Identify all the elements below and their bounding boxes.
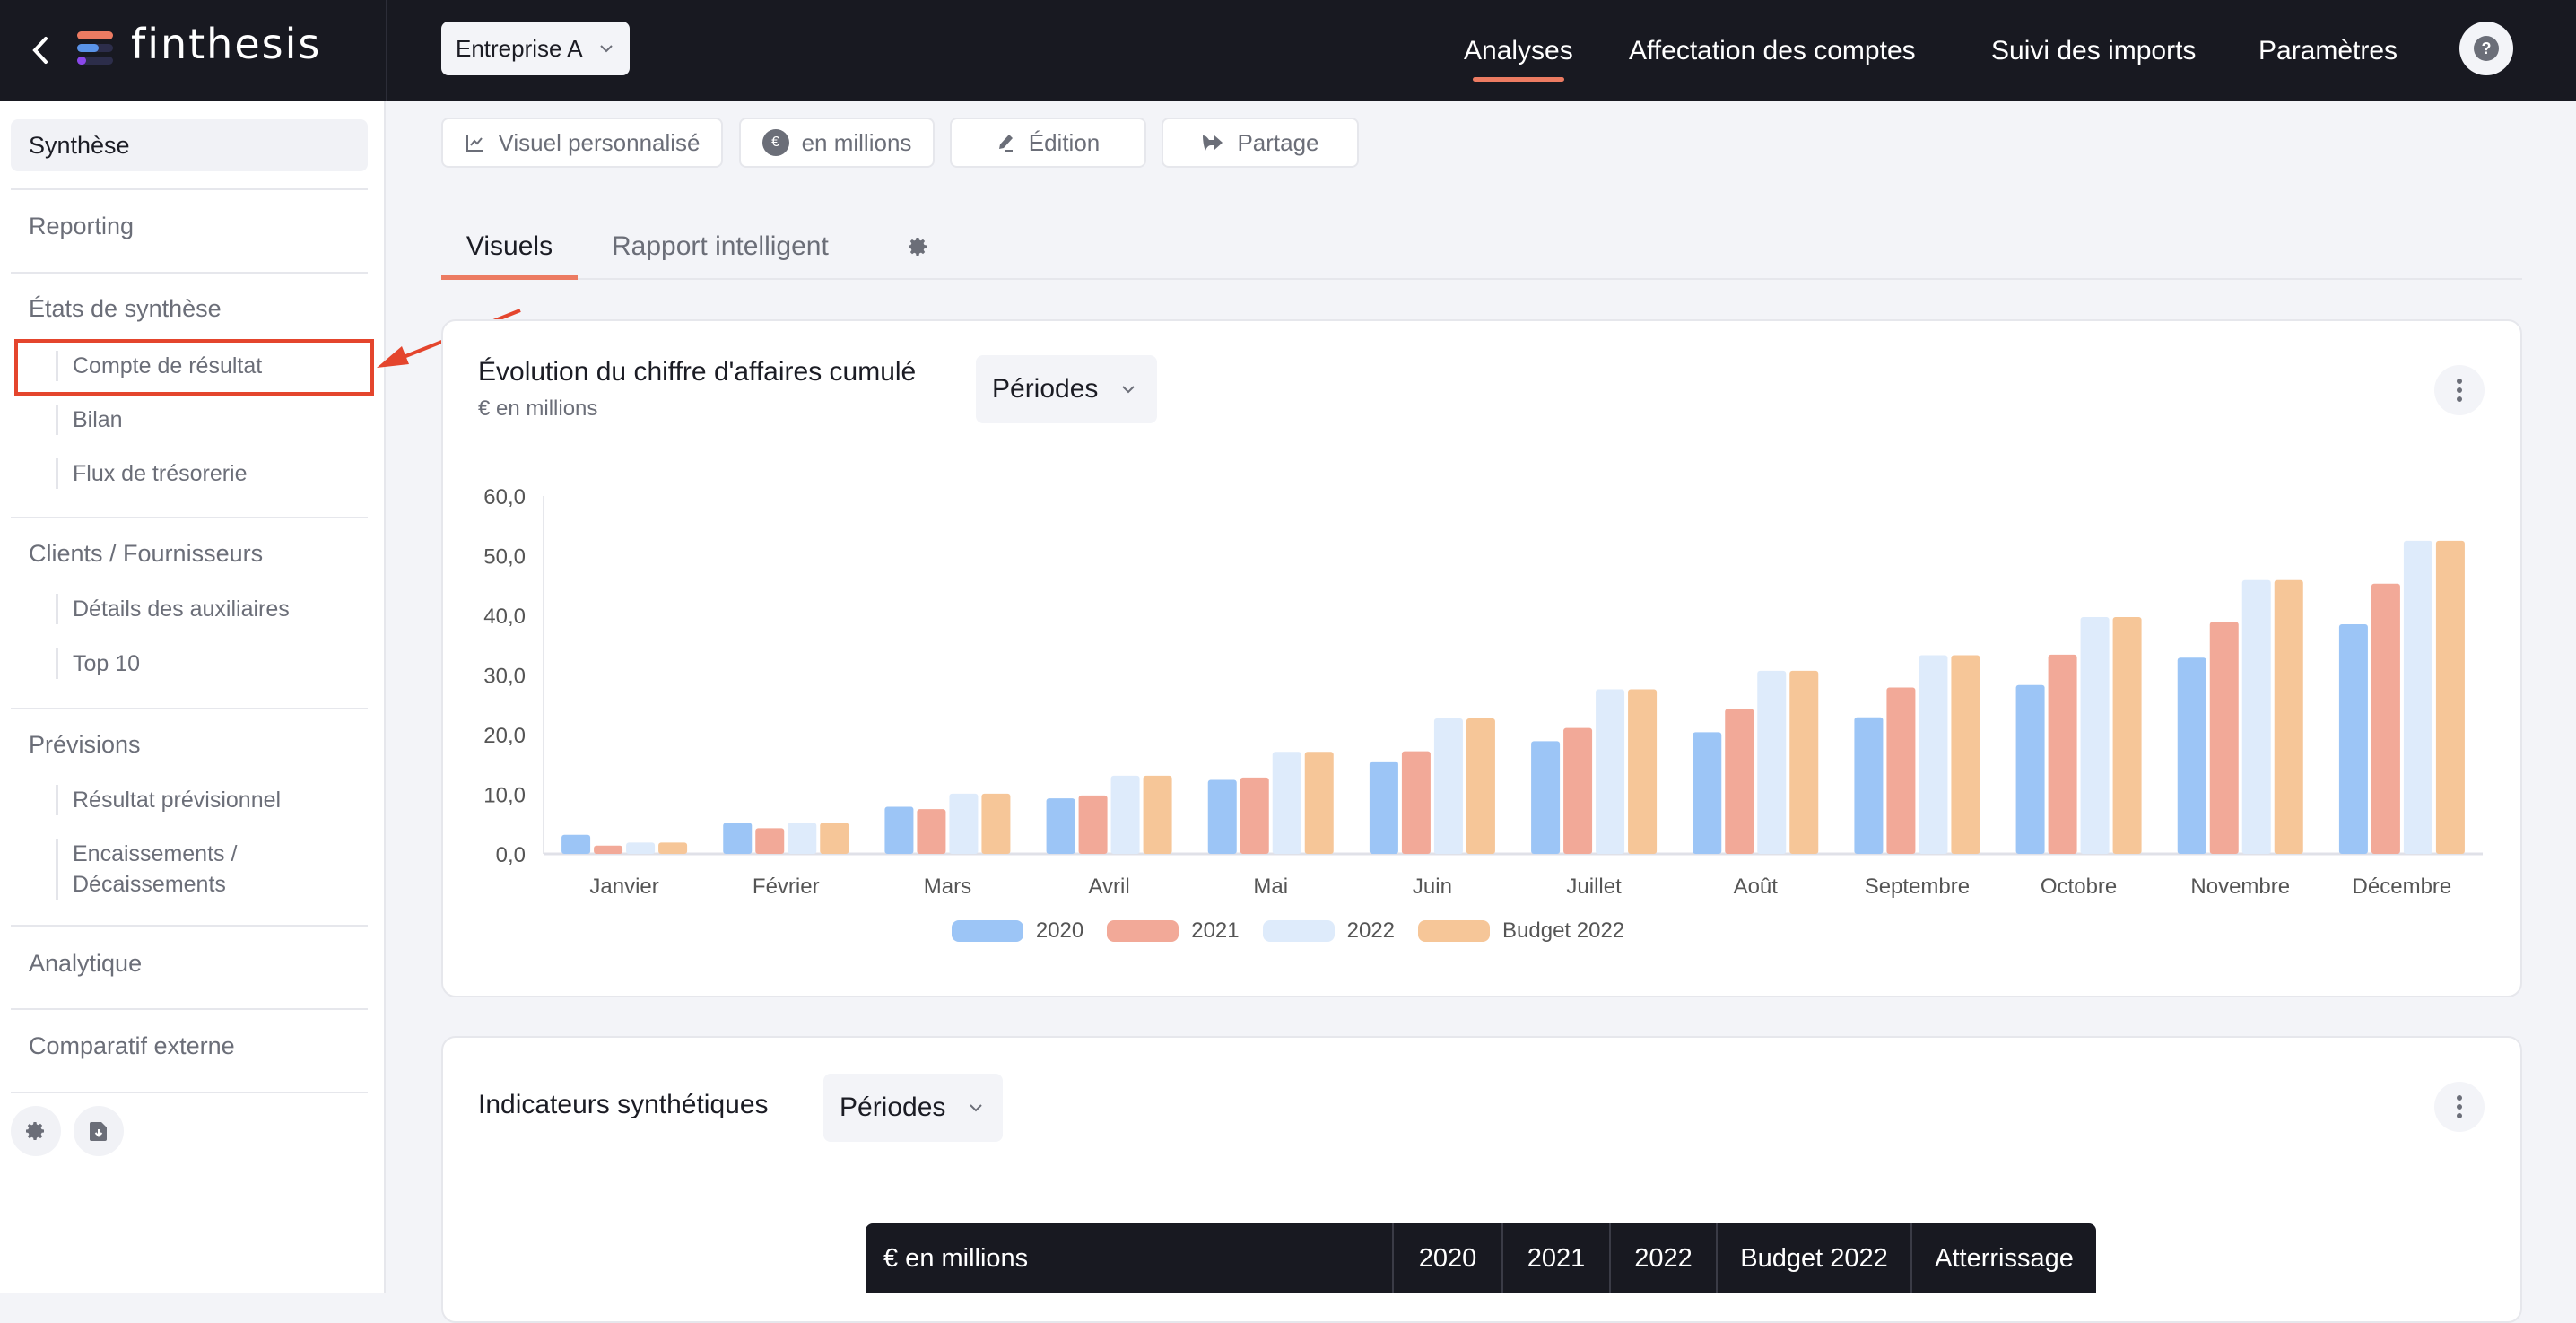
bar-2021 [1563,727,1593,854]
bar-2020 [561,834,591,854]
bar-2022 [1757,670,1787,854]
y-tick-label: 40,0 [483,605,526,629]
bar-2022 [1110,775,1140,854]
bar-2021 [755,828,785,854]
bar-budget-2022 [1628,689,1658,854]
indicators-table-header: € en millions 2020 2021 2022 Budget 2022… [866,1223,2096,1293]
bar-2022 [949,793,979,854]
legend-swatch [1107,920,1179,942]
bar-budget-2022 [1789,670,1819,854]
bar-budget-2022 [820,823,849,854]
bar-budget-2022 [1466,718,1495,854]
more-dot-icon [2457,1104,2462,1110]
indicators-card-title: Indicateurs synthétiques [478,1090,769,1119]
x-tick-label: Février [753,875,820,899]
bar-2021 [594,845,623,854]
bar-2022 [1919,655,1948,854]
bar-2020 [2338,623,2368,854]
bar-budget-2022 [981,793,1011,854]
bar-2022 [788,823,817,854]
bar-2021 [1401,751,1431,854]
bar-budget-2022 [658,842,688,854]
bar-2020 [1854,717,1884,854]
bar-2020 [1531,741,1561,854]
bar-2020 [1369,761,1398,854]
indicators-period-selector[interactable]: Périodes [823,1074,1003,1142]
legend-swatch [1418,920,1491,942]
bar-2021 [1725,709,1754,854]
bar-2021 [2371,583,2400,854]
x-tick-label: Septembre [1865,875,1970,899]
legend-item[interactable]: 2021 [1107,918,1240,944]
table-header-cell: Budget 2022 [1716,1223,1910,1293]
bar-budget-2022 [2435,540,2465,854]
table-header-cell: Atterrissage [1910,1223,2096,1293]
bar-2022 [1433,718,1463,854]
bar-2022 [626,842,656,854]
legend-label: 2021 [1191,918,1240,943]
legend-swatch [1262,920,1335,942]
bar-2020 [1046,798,1075,854]
x-tick-label: Mars [924,875,971,899]
x-tick-label: Juillet [1566,875,1622,899]
legend-label: 2020 [1035,918,1084,943]
chart-legend: 2020 2021 2022 Budget 2022 [0,918,2576,944]
bar-2021 [1078,795,1108,854]
bar-2020 [2015,684,2045,854]
legend-label: 2022 [1346,918,1396,943]
bar-2020 [2177,657,2206,854]
table-header-cell: 2020 [1392,1223,1501,1293]
x-tick-label: Avril [1088,875,1129,899]
legend-item[interactable]: Budget 2022 [1418,918,1624,944]
bar-2021 [1886,687,1916,854]
table-header-cell: 2021 [1501,1223,1609,1293]
indicators-card-more-button[interactable] [2434,1082,2485,1132]
legend-swatch [951,920,1023,942]
more-dot-icon [2457,1113,2462,1118]
bar-2022 [2080,616,2110,854]
bar-2022 [2403,540,2432,854]
x-tick-label: Janvier [589,875,658,899]
bar-2020 [723,823,753,854]
y-tick-label: 10,0 [483,784,526,808]
period-selector-label: Périodes [840,1092,946,1122]
chevron-down-icon [970,1104,983,1112]
legend-item[interactable]: 2020 [951,918,1084,944]
table-header-cell: € en millions [883,1243,1029,1273]
y-tick-label: 30,0 [483,665,526,689]
x-tick-label: Juin [1413,875,1452,899]
bar-2021 [2048,654,2077,854]
bar-2020 [1693,732,1722,854]
legend-item[interactable]: 2022 [1262,918,1396,944]
table-header-cell: 2022 [1609,1223,1716,1293]
bar-2020 [884,806,914,854]
bar-budget-2022 [1304,752,1334,854]
bar-budget-2022 [2274,579,2303,854]
x-tick-label: Décembre [2353,875,2452,899]
x-tick-label: Octobre [2041,875,2117,899]
bar-2020 [1207,779,1237,854]
x-tick-label: Mai [1253,875,1288,899]
y-tick-label: 0,0 [496,843,526,867]
x-tick-label: Novembre [2190,875,2290,899]
legend-label: Budget 2022 [1502,918,1625,943]
bar-budget-2022 [1143,775,1172,854]
y-tick-label: 20,0 [483,724,526,748]
bar-budget-2022 [2112,616,2142,854]
bar-budget-2022 [1951,655,1980,854]
bar-2021 [917,809,946,854]
bar-2021 [2209,622,2239,854]
x-tick-label: Août [1734,875,1779,899]
bar-2021 [1240,777,1269,854]
y-tick-label: 60,0 [483,485,526,509]
bar-2022 [1596,689,1625,854]
bar-2022 [1272,752,1301,854]
bar-2022 [2241,579,2271,854]
more-dot-icon [2457,1095,2462,1101]
y-tick-label: 50,0 [483,545,526,570]
